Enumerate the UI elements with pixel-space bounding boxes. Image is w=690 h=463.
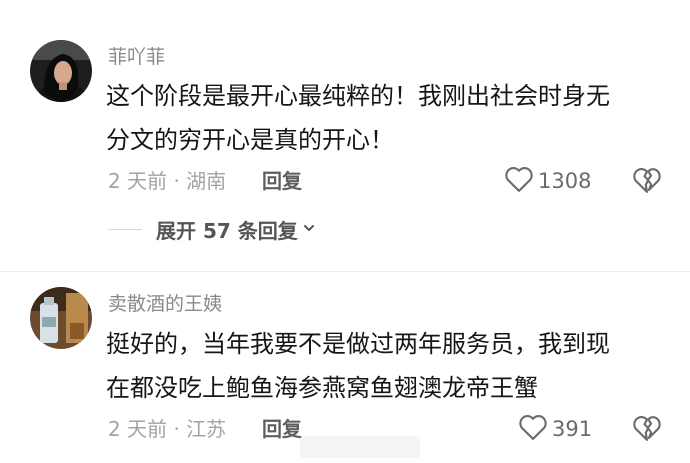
comment-meta: 2 天前 · 江苏: [108, 417, 227, 441]
comment-text: 这个阶段是最开心最纯粹的！我刚出社会时身无 分文的穷开心是真的开心！: [106, 74, 676, 162]
avatar[interactable]: [30, 40, 92, 102]
broken-heart-icon: [632, 416, 662, 446]
like-count: 1308: [538, 169, 592, 193]
blurred-watermark: [300, 436, 420, 458]
reply-button[interactable]: 回复: [262, 166, 302, 196]
comment-text-line: 挺好的，当年我要不是做过两年服务员，我到现: [106, 330, 610, 358]
comment-text-line: 在都没吃上鲍鱼海参燕窝鱼翅澳龙帝王蟹: [106, 374, 538, 402]
like-button[interactable]: 1308: [504, 166, 591, 196]
comment-text-line: 这个阶段是最开心最纯粹的！我刚出社会时身无: [106, 82, 610, 110]
dislike-button[interactable]: [632, 166, 662, 196]
dislike-button[interactable]: [632, 414, 662, 444]
comment-username[interactable]: 卖散酒的王姨: [108, 289, 222, 316]
comment-text: 挺好的，当年我要不是做过两年服务员，我到现 在都没吃上鲍鱼海参燕窝鱼翅澳龙帝王蟹: [106, 322, 676, 410]
chevron-down-icon: [302, 220, 316, 239]
comment-meta: 2 天前 · 湖南: [108, 169, 227, 193]
comment-text-line: 分文的穷开心是真的开心！: [106, 126, 394, 154]
expand-divider: [108, 229, 142, 230]
like-button[interactable]: 391: [518, 414, 592, 444]
like-count: 391: [552, 417, 593, 441]
reply-button[interactable]: 回复: [262, 414, 302, 444]
broken-heart-icon: [632, 168, 662, 198]
heart-outline-icon: [518, 413, 548, 445]
expand-replies-label: 展开 57 条回复: [156, 218, 298, 243]
avatar[interactable]: [30, 287, 92, 349]
comment-divider: [0, 271, 690, 272]
comment-username[interactable]: 菲吖菲: [108, 42, 165, 69]
heart-outline-icon: [504, 165, 534, 197]
expand-replies-button[interactable]: 展开 57 条回复: [156, 214, 316, 244]
